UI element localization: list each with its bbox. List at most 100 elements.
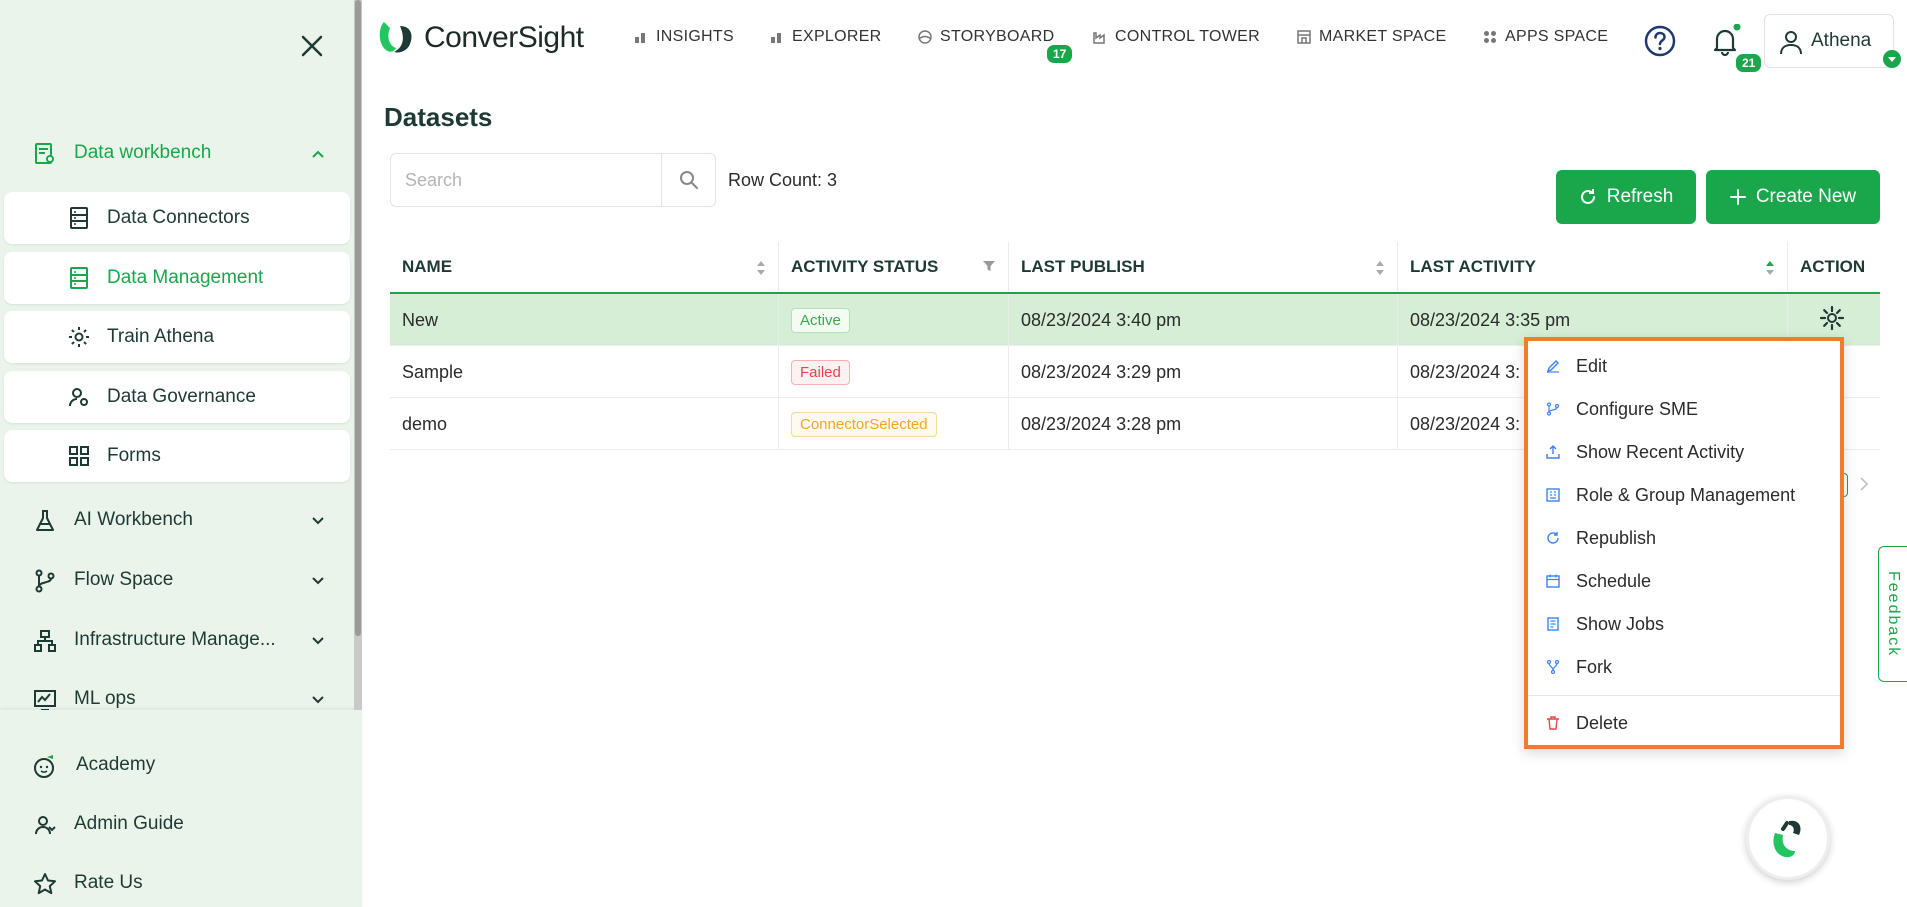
- user-name: Athena: [1811, 30, 1872, 51]
- row-action-button[interactable]: [1818, 304, 1848, 334]
- help-button[interactable]: [1643, 24, 1677, 58]
- conversight-logo[interactable]: ConverSight: [376, 18, 584, 58]
- user-menu-button[interactable]: Athena: [1764, 14, 1901, 68]
- sidebar-item-forms[interactable]: Forms: [4, 430, 350, 482]
- feedback-tab[interactable]: Feedback: [1878, 546, 1907, 682]
- sidebar-group-data-workbench[interactable]: Data workbench: [0, 125, 350, 181]
- menu-item-label: Show Recent Activity: [1576, 441, 1745, 462]
- sidebar-item-rate-us[interactable]: Rate Us: [0, 855, 350, 907]
- refresh-icon: [1547, 532, 1559, 544]
- sidebar-item-label: Forms: [107, 445, 161, 466]
- grid-icon: [66, 443, 92, 469]
- sidebar-item-train-athena[interactable]: Train Athena: [4, 311, 350, 363]
- column-header-label: LAST ACTIVITY: [1410, 257, 1536, 276]
- nav-apps-space[interactable]: APPS SPACE: [1483, 28, 1608, 46]
- column-header-last-activity[interactable]: LAST ACTIVITY: [1398, 242, 1788, 292]
- menu-item-show-jobs[interactable]: Show Jobs: [1528, 604, 1840, 644]
- sidebar-scrollbar[interactable]: [354, 0, 362, 710]
- column-header-name[interactable]: NAME: [390, 242, 779, 292]
- gear-icon: [1819, 305, 1845, 331]
- menu-item-edit[interactable]: Edit: [1528, 346, 1840, 386]
- cell-last-publish: 08/23/2024 3:28 pm: [1009, 398, 1398, 450]
- storyboard-icon: [918, 30, 932, 44]
- academy-icon: [32, 753, 58, 779]
- column-header-label: NAME: [402, 257, 453, 276]
- status-badge: Failed: [791, 359, 850, 385]
- sort-ascending-icon: [1766, 261, 1774, 275]
- column-header-activity-status[interactable]: ACTIVITY STATUS: [779, 242, 1009, 292]
- sidebar-group-label: ML ops: [74, 688, 136, 709]
- nav-label: CONTROL TOWER: [1115, 28, 1260, 45]
- user-settings-icon: [66, 384, 92, 410]
- menu-item-fork[interactable]: Fork: [1528, 647, 1840, 687]
- status-badge: Active: [791, 307, 850, 333]
- flask-icon: [32, 508, 58, 534]
- upload-icon: [1546, 445, 1560, 459]
- chevron-down-icon: [312, 637, 324, 645]
- refresh-icon: [1580, 189, 1595, 204]
- sort-icon: [1376, 261, 1384, 275]
- nav-control-tower[interactable]: CONTROL TOWER: [1093, 28, 1260, 46]
- nav-market-space[interactable]: MARKET SPACE: [1297, 28, 1446, 46]
- sidebar-item-data-connectors[interactable]: Data Connectors: [4, 192, 350, 244]
- user-icon: [1780, 31, 1802, 55]
- menu-item-label: Fork: [1576, 656, 1612, 677]
- cell-status: ConnectorSelected: [779, 398, 1009, 450]
- menu-item-label: Role & Group Management: [1576, 484, 1796, 505]
- data-workbench-icon: [32, 141, 58, 167]
- cell-name: demo: [390, 398, 779, 450]
- plus-icon: [1729, 189, 1746, 205]
- help-icon: [1644, 25, 1676, 57]
- search-input[interactable]: [391, 154, 661, 206]
- sidebar-group-label: Infrastructure Manage...: [74, 629, 276, 650]
- branch-icon: [1546, 402, 1560, 416]
- search-button[interactable]: [661, 154, 715, 206]
- refresh-button[interactable]: Refresh: [1556, 170, 1696, 224]
- menu-item-configure-sme[interactable]: Configure SME: [1528, 389, 1840, 429]
- menu-item-show-recent-activity[interactable]: Show Recent Activity: [1528, 432, 1840, 472]
- nav-explorer[interactable]: EXPLORER: [770, 28, 882, 46]
- chevron-right-icon[interactable]: [1856, 476, 1872, 492]
- menu-item-schedule[interactable]: Schedule: [1528, 561, 1840, 601]
- sidebar-item-label: Rate Us: [74, 872, 143, 893]
- column-header-label: ACTIVITY STATUS: [791, 257, 939, 276]
- chat-assistant-button[interactable]: [1746, 796, 1830, 880]
- create-new-button[interactable]: Create New: [1706, 170, 1880, 224]
- sidebar-group-flow-space[interactable]: Flow Space: [0, 552, 350, 608]
- menu-item-delete[interactable]: Delete: [1528, 703, 1840, 743]
- menu-item-republish[interactable]: Republish: [1528, 518, 1840, 558]
- user-guide-icon: [32, 812, 58, 838]
- filter-icon: [983, 261, 995, 271]
- sidebar-item-label: Admin Guide: [74, 813, 184, 834]
- cell-name: Sample: [390, 346, 779, 398]
- trash-icon: [1547, 716, 1559, 730]
- notifications-count-badge: 21: [1734, 52, 1764, 74]
- cell-name: New: [390, 294, 779, 346]
- sidebar-item-academy[interactable]: Academy: [0, 737, 350, 793]
- nav-label: MARKET SPACE: [1319, 28, 1447, 45]
- sidebar-group-infrastructure[interactable]: Infrastructure Manage...: [0, 612, 350, 668]
- sidebar-item-data-governance[interactable]: Data Governance: [4, 371, 350, 423]
- row-count: Row Count: 3: [728, 170, 838, 190]
- fork-icon: [1546, 660, 1560, 674]
- calendar-icon: [1546, 574, 1560, 588]
- storyboard-count-badge: 17: [1045, 43, 1075, 65]
- sidebar-item-data-management[interactable]: Data Management: [4, 252, 350, 304]
- search-box: [390, 153, 716, 207]
- star-icon: [32, 871, 58, 897]
- menu-item-label: Republish: [1576, 527, 1657, 548]
- cell-last-publish: 08/23/2024 3:40 pm: [1009, 294, 1398, 346]
- create-new-label: Create New: [1755, 186, 1857, 207]
- branch-icon: [32, 568, 58, 594]
- gear-icon: [66, 324, 92, 350]
- column-header-last-publish[interactable]: LAST PUBLISH: [1009, 242, 1398, 292]
- sidebar-group-ai-workbench[interactable]: AI Workbench: [0, 492, 350, 548]
- nav-storyboard[interactable]: STORYBOARD: [918, 28, 1054, 46]
- chevron-down-icon: [312, 517, 324, 525]
- nav-insights[interactable]: INSIGHTS: [634, 28, 734, 46]
- close-sidebar-button[interactable]: [296, 30, 328, 62]
- nav-label: EXPLORER: [792, 28, 882, 45]
- sidebar-item-admin-guide[interactable]: Admin Guide: [0, 796, 350, 852]
- menu-item-role-group-management[interactable]: Role & Group Management: [1528, 475, 1840, 515]
- scrollbar-thumb[interactable]: [355, 0, 361, 636]
